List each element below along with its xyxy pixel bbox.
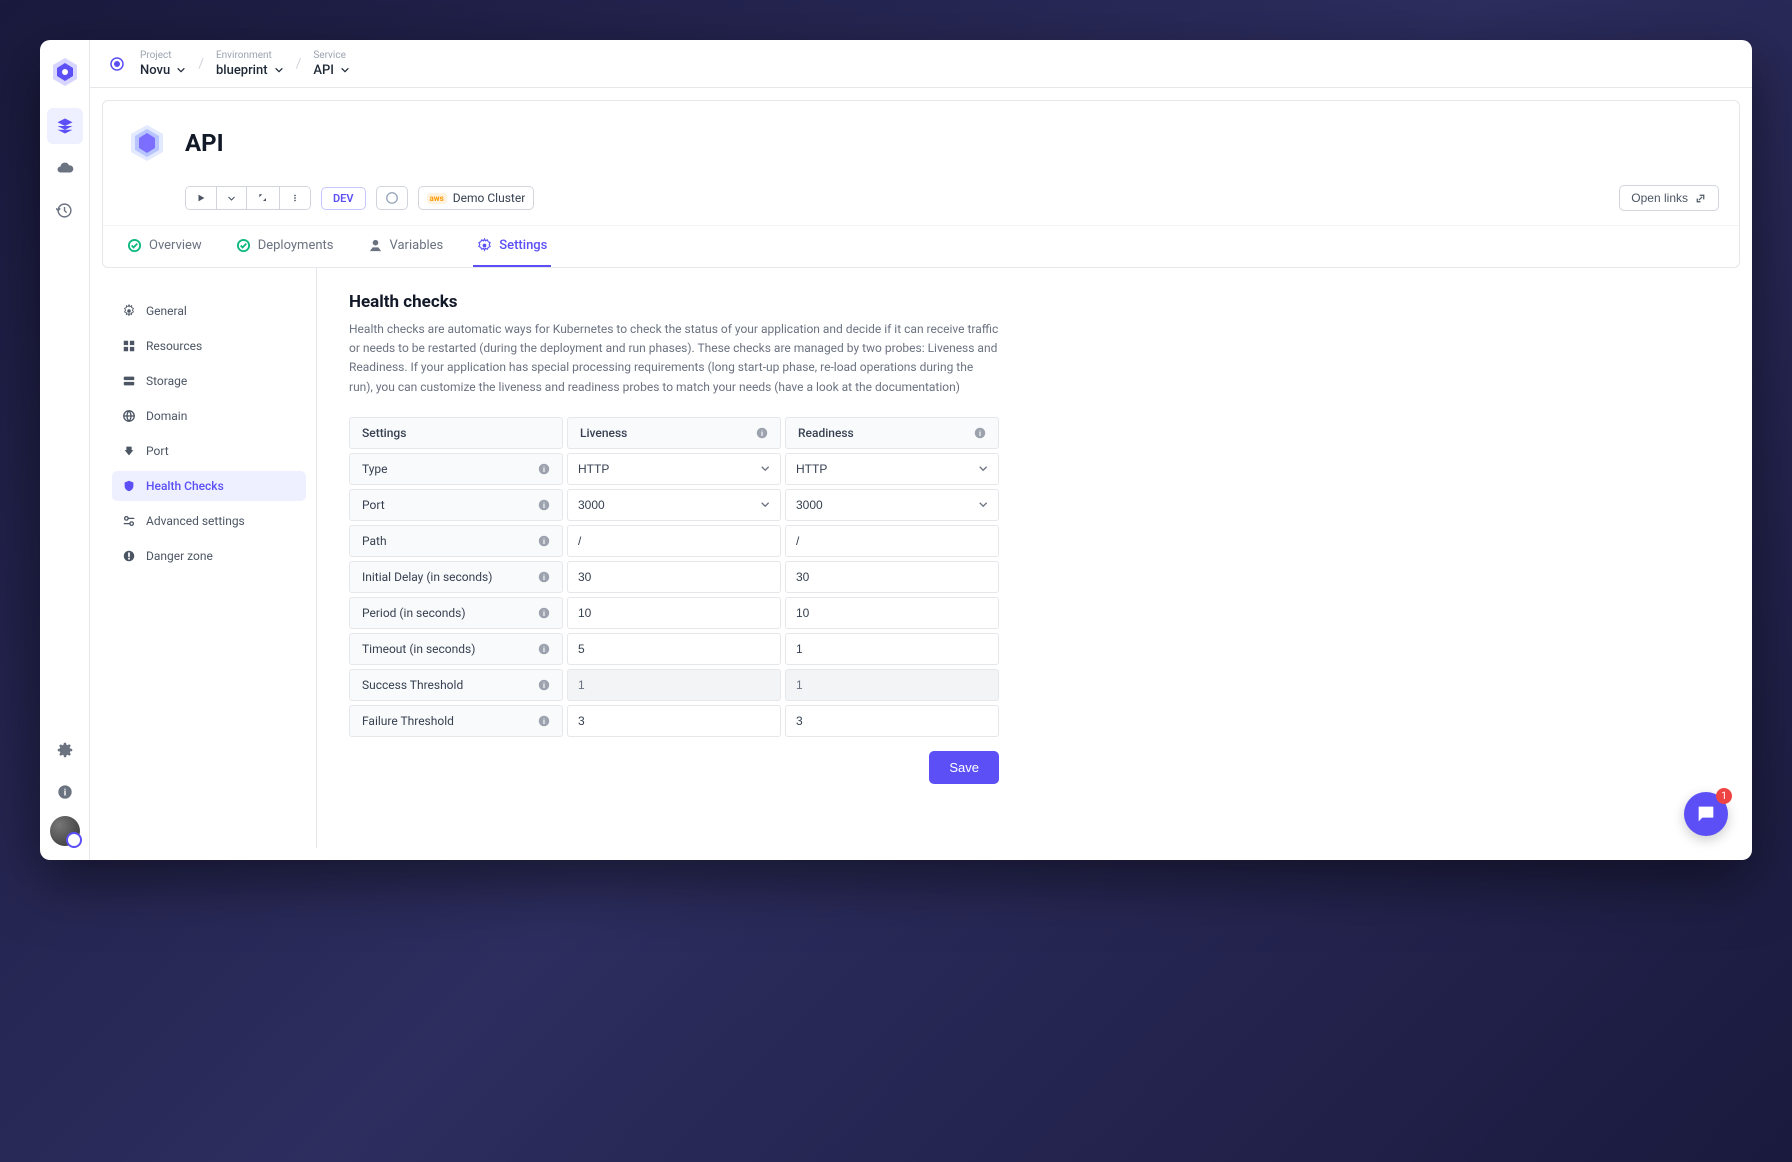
row-label: Initial Delay (in seconds)i [349,561,563,593]
sidebar-item-storage[interactable]: Storage [112,366,306,396]
liveness-input-2[interactable] [567,525,781,557]
crumb-service-label: Service [313,50,350,61]
liveness-input-7[interactable] [567,705,781,737]
cluster-chip[interactable]: Demo Cluster [418,186,535,210]
col-header-readiness: Readinessi [785,417,999,449]
svg-text:i: i [761,429,763,438]
svg-text:i: i [979,429,981,438]
link-icon [1694,192,1707,205]
sidebar-item-danger[interactable]: Danger zone [112,541,306,571]
readiness-input-5[interactable] [785,633,999,665]
liveness-input-6[interactable] [567,669,781,701]
readiness-input-4[interactable] [785,597,999,629]
row-label: Period (in seconds)i [349,597,563,629]
info-icon[interactable]: i [538,607,550,619]
sidebar-item-general[interactable]: General [112,296,306,326]
sidebar-item-domain[interactable]: Domain [112,401,306,431]
tab-settings[interactable]: Settings [473,226,551,267]
svg-text:i: i [543,573,545,582]
sidebar-item-health-checks[interactable]: Health Checks [112,471,306,501]
sidebar-item-resources[interactable]: Resources [112,331,306,361]
info-icon[interactable]: i [538,535,550,547]
info-icon[interactable]: i [538,463,550,475]
chevron-down-icon [176,65,186,75]
liveness-input-0[interactable] [567,453,781,485]
readiness-input-7[interactable] [785,705,999,737]
tab-deployments[interactable]: Deployments [232,226,338,267]
section-description: Health checks are automatic ways for Kub… [349,320,999,397]
readiness-input-3[interactable] [785,561,999,593]
user-avatar[interactable] [50,816,80,846]
sidebar-item-port[interactable]: Port [112,436,306,466]
readiness-input-0[interactable] [785,453,999,485]
info-icon[interactable]: i [538,643,550,655]
svg-text:i: i [543,501,545,510]
nav-cloud-icon[interactable] [47,150,83,186]
info-icon[interactable]: i [538,715,550,727]
liveness-input-3[interactable] [567,561,781,593]
env-pill[interactable]: DEV [321,187,366,210]
org-icon[interactable] [106,53,128,75]
crumb-project-value[interactable]: Novu [140,63,186,78]
status-icon [385,191,399,205]
nav-history-icon[interactable] [47,192,83,228]
play-dropdown-button[interactable] [217,187,247,209]
tab-variables[interactable]: Variables [364,226,448,267]
info-icon[interactable]: i [538,679,550,691]
row-label: Pathi [349,525,563,557]
chevron-down-icon [760,463,770,474]
readiness-input-1[interactable] [785,489,999,521]
chevron-down-icon [340,65,350,75]
status-chip[interactable] [376,186,408,210]
svg-text:i: i [543,681,545,690]
liveness-input-4[interactable] [567,597,781,629]
app-logo[interactable] [49,56,81,88]
breadcrumb: Project Novu / Environment blueprint / S… [90,40,1752,88]
tab-overview[interactable]: Overview [123,226,206,267]
service-icon [123,119,171,167]
col-header-liveness: Livenessi [567,417,781,449]
svg-text:i: i [543,645,545,654]
page-title: API [185,129,224,157]
redeploy-button[interactable] [247,187,280,209]
crumb-service-value[interactable]: API [313,63,350,78]
svg-text:i: i [543,609,545,618]
info-icon[interactable]: i [974,427,986,439]
svg-text:i: i [543,537,545,546]
row-label: Typei [349,453,563,485]
chevron-down-icon [760,499,770,510]
row-label: Porti [349,489,563,521]
play-button[interactable] [186,187,217,209]
run-button-group [185,186,311,210]
crumb-env-label: Environment [216,50,284,61]
liveness-input-5[interactable] [567,633,781,665]
open-links-button[interactable]: Open links [1619,185,1719,211]
readiness-input-2[interactable] [785,525,999,557]
svg-text:i: i [63,787,65,798]
save-button[interactable]: Save [929,751,999,784]
crumb-project-label: Project [140,50,186,61]
row-label: Failure Thresholdi [349,705,563,737]
row-label: Timeout (in seconds)i [349,633,563,665]
nav-settings-icon[interactable] [47,732,83,768]
readiness-input-6[interactable] [785,669,999,701]
nav-stacks-icon[interactable] [47,108,83,144]
svg-text:i: i [543,717,545,726]
chevron-down-icon [274,65,284,75]
row-label: Success Thresholdi [349,669,563,701]
intercom-launcher[interactable] [1684,792,1728,836]
more-button[interactable] [280,187,310,209]
svg-text:i: i [543,465,545,474]
nav-info-icon[interactable]: i [47,774,83,810]
crumb-env-value[interactable]: blueprint [216,63,284,78]
info-icon[interactable]: i [538,571,550,583]
info-icon[interactable]: i [756,427,768,439]
sidebar-item-advanced[interactable]: Advanced settings [112,506,306,536]
chevron-down-icon [978,499,988,510]
liveness-input-1[interactable] [567,489,781,521]
section-title: Health checks [349,292,1708,312]
chevron-down-icon [978,463,988,474]
info-icon[interactable]: i [538,499,550,511]
col-header-settings: Settings [349,417,563,449]
